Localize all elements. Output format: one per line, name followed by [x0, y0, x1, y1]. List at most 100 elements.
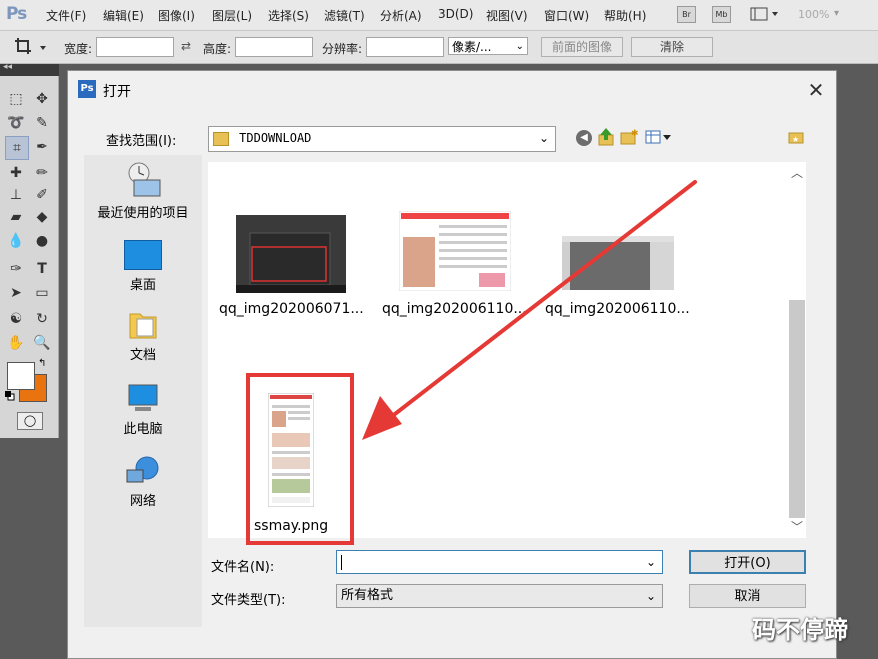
menu-window[interactable]: 窗口(W) — [544, 7, 589, 24]
svg-text:✱: ✱ — [631, 129, 638, 139]
eyedropper-tool-icon[interactable]: ✒ — [31, 136, 53, 158]
menu-view[interactable]: 视图(V) — [486, 7, 528, 24]
3d-rotate-tool-icon[interactable]: ☯ — [5, 308, 27, 330]
new-folder-icon[interactable]: ✱ — [620, 129, 639, 145]
quick-select-tool-icon[interactable]: ✎ — [31, 112, 53, 134]
shape-tool-icon[interactable]: ▭ — [31, 282, 53, 304]
lookin-value: TDDOWNLOAD — [239, 131, 312, 145]
resolution-unit-value: 像素/... — [452, 40, 492, 54]
eraser-tool-icon[interactable]: ▰ — [5, 206, 27, 228]
menu-filter[interactable]: 滤镜(T) — [324, 7, 365, 24]
place-documents[interactable]: 文档 — [84, 310, 202, 363]
back-icon[interactable]: ◀ — [576, 130, 592, 146]
chevron-down-icon: ⌄ — [645, 589, 656, 603]
ps-dialog-icon: Ps — [78, 80, 96, 98]
lookin-label: 查找范围(I): — [106, 134, 177, 149]
highlight-box — [246, 373, 354, 545]
brush-tool-icon[interactable]: ✏ — [31, 162, 53, 184]
scroll-thumb[interactable] — [789, 300, 805, 518]
close-icon[interactable]: ✕ — [804, 78, 828, 102]
type-tool-icon[interactable]: T — [31, 258, 53, 280]
view-menu-icon[interactable] — [645, 129, 675, 145]
filetype-select[interactable]: 所有格式 ⌄ — [336, 584, 663, 608]
tools-panel: ⬚ ✥ ➰ ✎ ⌗ ✒ ✚ ✏ ⊥ ✐ ▰ ◆ 💧 ● ✑ T ➤ ▭ ☯ ↻ … — [0, 76, 59, 438]
open-button[interactable]: 打开(O) — [689, 550, 806, 574]
foreground-color-swatch[interactable] — [7, 362, 35, 390]
crop-tool-icon[interactable] — [14, 37, 48, 57]
menu-bar: Ps 文件(F) 编辑(E) 图像(I) 图层(L) 选择(S) 滤镜(T) 分… — [0, 0, 878, 31]
documents-icon — [128, 310, 158, 340]
place-recent[interactable]: 最近使用的项目 — [84, 162, 202, 221]
hand-tool-icon[interactable]: ✋ — [5, 332, 27, 354]
file-thumbnail[interactable] — [236, 215, 346, 297]
quick-mask-icon[interactable]: ◯ — [17, 412, 43, 430]
paint-bucket-tool-icon[interactable]: ◆ — [31, 206, 53, 228]
desktop-icon — [124, 240, 162, 270]
blur-tool-icon[interactable]: 💧 — [5, 230, 27, 252]
crop-tool-icon[interactable]: ⌗ — [5, 136, 29, 160]
place-label: 最近使用的项目 — [97, 206, 189, 221]
front-image-button[interactable]: 前面的图像 — [541, 37, 623, 57]
scroll-down-icon[interactable]: ﹀ — [791, 518, 803, 535]
menu-select[interactable]: 选择(S) — [268, 7, 309, 24]
bridge-button[interactable]: Br — [677, 6, 696, 23]
resolution-unit-select[interactable]: 像素/... ⌄ — [448, 37, 528, 55]
view-extras-icon[interactable] — [750, 6, 780, 22]
scroll-up-icon[interactable]: ︿ — [791, 164, 803, 181]
menu-image[interactable]: 图像(I) — [158, 7, 195, 24]
dodge-tool-icon[interactable]: ● — [31, 230, 53, 252]
collapse-icon[interactable]: ◂◂ — [3, 62, 12, 72]
minibridge-button[interactable]: Mb — [712, 6, 731, 23]
path-select-tool-icon[interactable]: ➤ — [5, 282, 27, 304]
history-brush-tool-icon[interactable]: ✐ — [31, 184, 53, 206]
menu-help[interactable]: 帮助(H) — [604, 7, 646, 24]
ps-logo: Ps — [6, 4, 27, 24]
clone-stamp-tool-icon[interactable]: ⊥ — [5, 184, 27, 206]
place-network[interactable]: 网络 — [84, 456, 202, 509]
menu-3d[interactable]: 3D(D) — [438, 7, 473, 21]
folder-icon — [213, 131, 229, 146]
3d-orbit-tool-icon[interactable]: ↻ — [31, 308, 53, 330]
up-folder-icon[interactable] — [598, 128, 614, 146]
zoom-level[interactable]: 100% — [798, 8, 829, 21]
lookin-select[interactable]: TDDOWNLOAD ⌄ — [208, 126, 556, 152]
marquee-tool-icon[interactable]: ⬚ — [5, 88, 27, 110]
menu-layer[interactable]: 图层(L) — [212, 7, 252, 24]
place-this-pc[interactable]: 此电脑 — [84, 384, 202, 437]
chevron-down-icon: ⌄ — [515, 41, 524, 52]
place-label: 桌面 — [129, 278, 156, 293]
annotation-arrow — [362, 180, 697, 440]
width-input[interactable] — [96, 37, 174, 57]
pen-tool-icon[interactable]: ✑ — [5, 258, 27, 280]
network-icon — [125, 456, 161, 486]
swap-dimensions-icon[interactable]: ⇄ — [181, 39, 191, 53]
chevron-down-icon: ⌄ — [645, 555, 656, 569]
text-cursor — [341, 555, 342, 570]
menu-file[interactable]: 文件(F) — [46, 7, 86, 24]
favorites-icon[interactable]: ★ — [788, 130, 804, 144]
computer-icon — [125, 384, 161, 414]
menu-analysis[interactable]: 分析(A) — [380, 7, 422, 24]
filename-input[interactable]: ⌄ — [336, 550, 663, 574]
place-desktop[interactable]: 桌面 — [84, 240, 202, 293]
filename-label: 文件名(N): — [211, 560, 275, 575]
clear-button[interactable]: 清除 — [631, 37, 713, 57]
default-colors-icon[interactable] — [5, 390, 15, 401]
svg-text:★: ★ — [792, 135, 799, 144]
menu-edit[interactable]: 编辑(E) — [103, 7, 144, 24]
place-label: 网络 — [129, 494, 156, 509]
cancel-button[interactable]: 取消 — [689, 584, 806, 608]
zoom-tool-icon[interactable]: 🔍 — [31, 332, 53, 354]
place-label: 文档 — [129, 348, 156, 363]
healing-brush-tool-icon[interactable]: ✚ — [5, 162, 27, 184]
tools-panel-header[interactable]: ◂◂ — [0, 62, 59, 76]
move-tool-icon[interactable]: ✥ — [31, 88, 53, 110]
place-label: 此电脑 — [123, 422, 163, 437]
recent-items-icon — [124, 162, 162, 198]
swap-colors-icon[interactable]: ↰ — [38, 358, 46, 369]
resolution-input[interactable] — [366, 37, 444, 57]
zoom-dropdown-icon[interactable]: ▾ — [834, 8, 839, 19]
height-input[interactable] — [235, 37, 313, 57]
lasso-tool-icon[interactable]: ➰ — [5, 112, 27, 134]
chevron-down-icon: ⌄ — [538, 131, 549, 145]
